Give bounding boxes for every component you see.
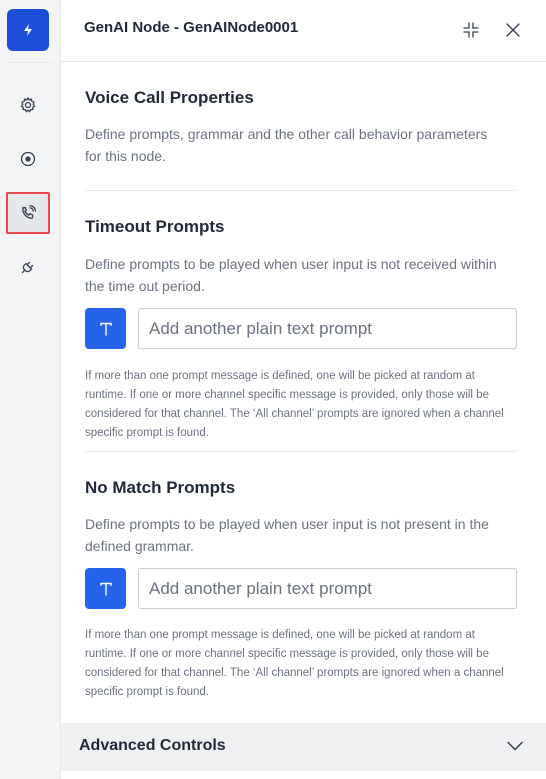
advanced-controls-accordion[interactable]: Advanced Controls [61,723,546,771]
section-divider [85,190,517,191]
rail-item-settings[interactable] [6,84,50,126]
close-button[interactable] [502,19,524,41]
panel-header: GenAI Node - GenAINode0001 [61,0,546,62]
rail-item-voice-call[interactable] [6,192,50,234]
chevron-down-icon[interactable] [506,737,524,755]
collapse-icon [463,22,479,38]
timeout-prompts-help: If more than one prompt message is defin… [85,370,504,439]
panel-content[interactable]: Voice Call Properties Define prompts, gr… [61,62,546,723]
panel-title: GenAI Node - GenAINode0001 [84,19,299,36]
no-match-prompt-input[interactable] [138,568,517,609]
text-type-icon [99,322,112,336]
close-icon [506,23,520,37]
no-match-text-prompt-button[interactable] [85,568,126,609]
timeout-text-prompt-button[interactable] [85,308,126,349]
lightning-icon [24,24,32,36]
rail-item-plugin[interactable] [6,246,50,288]
minimize-button[interactable] [460,19,482,41]
text-type-icon [99,582,112,596]
section-divider [85,451,517,452]
rail-item-target[interactable] [6,138,50,180]
timeout-prompts-description: Define prompts to be played when user in… [85,256,497,294]
advanced-controls-title: Advanced Controls [79,737,226,754]
plug-icon [21,261,34,274]
voice-call-title: Voice Call Properties [85,88,254,107]
lightning-logo-button[interactable] [7,9,49,51]
side-rail [0,0,61,779]
phone-call-icon [22,204,37,219]
no-match-prompts-help: If more than one prompt message is defin… [85,629,504,698]
rail-divider [6,62,52,63]
voice-call-description: Define prompts, grammar and the other ca… [85,126,488,164]
no-match-prompts-description: Define prompts to be played when user in… [85,516,489,554]
gear-icon [20,96,36,113]
timeout-prompts-title: Timeout Prompts [85,217,225,236]
timeout-prompt-input[interactable] [138,308,517,349]
no-match-prompts-title: No Match Prompts [85,478,236,497]
target-icon [20,151,36,167]
